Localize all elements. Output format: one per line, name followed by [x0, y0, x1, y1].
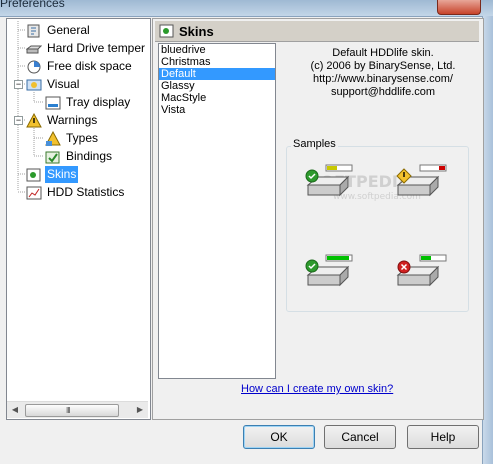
scrollbar-thumb[interactable]: III — [25, 404, 119, 417]
tree-item-general[interactable]: General — [26, 22, 92, 39]
skin-website: http://www.binarysense.com/ — [312, 73, 453, 85]
samples-label: Samples — [291, 138, 338, 150]
skin-item-glassy[interactable]: Glassy — [159, 80, 275, 92]
scroll-left-arrow-icon[interactable]: ◀ — [7, 402, 23, 418]
skins-listbox[interactable]: bluedrive Christmas Default Glassy MacSt… — [158, 43, 276, 379]
scrollbar-grip-icon: III — [66, 406, 71, 415]
tree-item-bindings[interactable]: Bindings — [45, 148, 114, 165]
window-title: Preferences — [0, 0, 65, 10]
tree-item-label: HDD Statistics — [47, 185, 125, 199]
hard-drive-icon — [25, 41, 43, 57]
skin-description-line: Default HDDlife skin. — [332, 47, 434, 59]
bindings-icon — [45, 149, 61, 165]
skin-item-macstyle[interactable]: MacStyle — [159, 92, 275, 104]
ok-button[interactable]: OK — [243, 425, 315, 449]
close-button[interactable] — [437, 0, 481, 15]
tree-item-types[interactable]: Types — [45, 130, 100, 147]
skins-icon — [159, 23, 175, 39]
title-bar: Preferences — [0, 0, 493, 17]
tree-item-label: General — [47, 23, 90, 37]
skin-item-default[interactable]: Default — [159, 68, 275, 80]
sample-drive-error-icon — [396, 254, 447, 287]
sample-level-bar — [439, 166, 445, 170]
tree-item-label: Skins — [45, 166, 79, 183]
tree-item-free-disk-space[interactable]: Free disk space — [26, 58, 134, 75]
skin-description: Default HDDlife skin. (c) 2006 by Binary… — [293, 47, 473, 99]
sample-level-bar — [421, 256, 431, 260]
skin-item-christmas[interactable]: Christmas — [159, 56, 275, 68]
samples-group: SOFTPEDIA www.softpedia.com — [286, 146, 469, 312]
create-skin-help-link[interactable]: How can I create my own skin? — [241, 383, 393, 395]
sample-drive-warning-icon — [396, 164, 447, 197]
tree-item-label: Hard Drive temper — [47, 41, 146, 55]
skins-panel: Skins bluedrive Christmas Default Glassy… — [152, 18, 484, 420]
tree-item-visual[interactable]: Visual — [26, 76, 81, 93]
tree-horizontal-scrollbar[interactable]: ◀ III ▶ — [7, 401, 148, 418]
sample-drive-ok-icon — [305, 164, 353, 197]
skins-icon — [26, 167, 42, 183]
tree-item-hard-drive-temperature[interactable]: Hard Drive temper — [25, 40, 147, 57]
general-settings-icon — [26, 23, 42, 39]
panel-header: Skins — [155, 21, 479, 42]
disk-space-icon — [26, 59, 42, 75]
scroll-right-arrow-icon[interactable]: ▶ — [132, 402, 148, 418]
sample-drive-ok-icon — [305, 254, 353, 287]
panel-title: Skins — [179, 23, 214, 39]
cancel-button[interactable]: Cancel — [324, 425, 396, 449]
tree-item-label: Free disk space — [47, 59, 132, 73]
tree-item-label: Warnings — [47, 113, 98, 127]
types-icon — [45, 130, 61, 147]
sample-level-bar — [327, 256, 349, 260]
warnings-collapse-toggle[interactable]: − — [14, 116, 23, 125]
tree-item-label: Types — [66, 131, 99, 145]
tree-item-hdd-statistics[interactable]: HDD Statistics — [26, 184, 126, 201]
tray-display-icon — [45, 95, 61, 111]
tree-item-tray-display[interactable]: Tray display — [45, 94, 132, 111]
tree-item-label: Visual — [47, 77, 80, 91]
preferences-tree[interactable]: − − General Hard Drive temper Free disk … — [6, 18, 151, 420]
tree-item-label: Tray display — [66, 95, 131, 109]
tree-item-skins[interactable]: Skins — [26, 166, 79, 183]
skin-copyright: (c) 2006 by BinarySense, Ltd. — [310, 60, 456, 72]
skin-support-email: support@hddlife.com — [330, 86, 436, 98]
skin-item-vista[interactable]: Vista — [159, 104, 275, 116]
skin-item-bluedrive[interactable]: bluedrive — [159, 44, 275, 56]
visual-icon — [26, 77, 42, 93]
visual-collapse-toggle[interactable]: − — [14, 80, 23, 89]
sample-level-bar — [327, 166, 337, 170]
help-button[interactable]: Help — [407, 425, 479, 449]
tree-item-warnings[interactable]: Warnings — [26, 112, 99, 129]
hdd-statistics-icon — [26, 185, 42, 201]
tree-item-label: Bindings — [66, 149, 113, 163]
warnings-icon — [26, 112, 42, 129]
